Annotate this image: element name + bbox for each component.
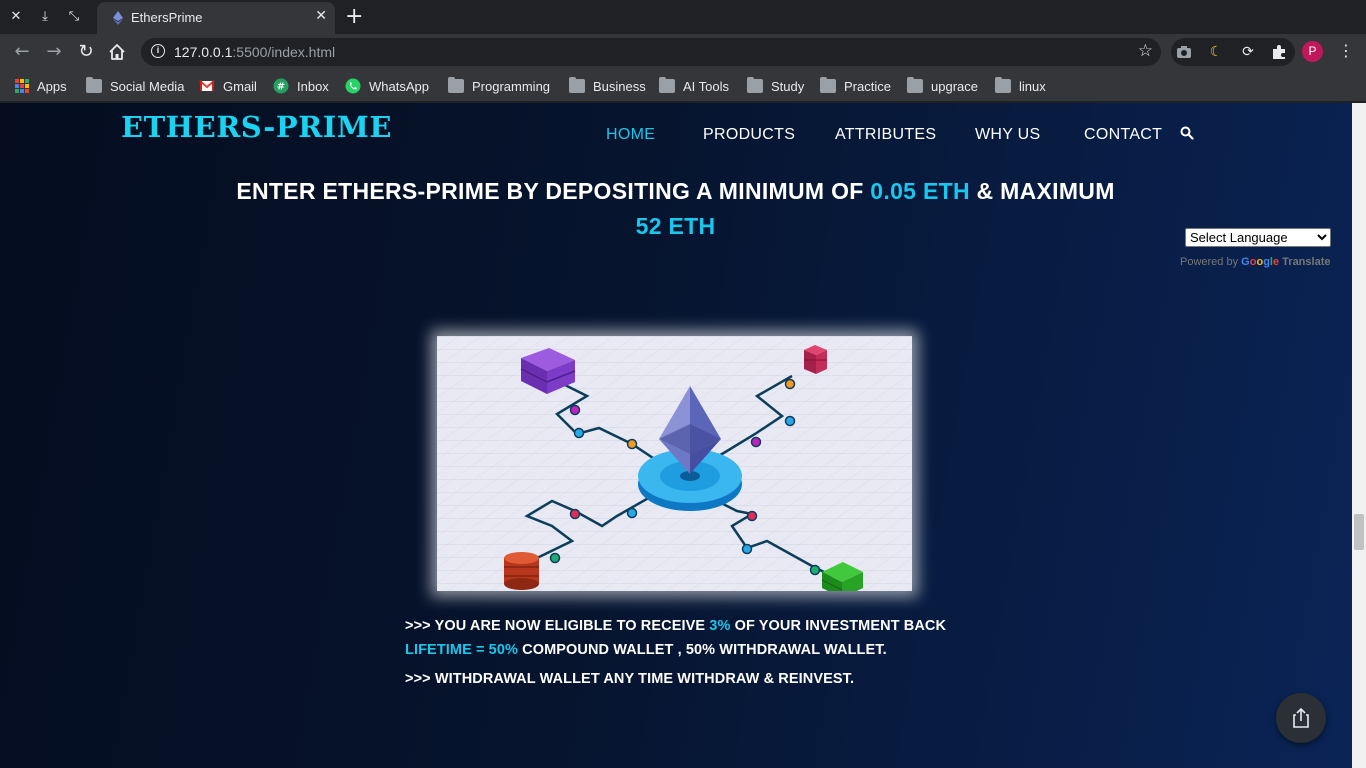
bookmark-upgrace[interactable]: upgrace bbox=[907, 77, 978, 95]
extensions-group: ☾ ⟳ bbox=[1171, 38, 1295, 66]
reload-icon[interactable]: ↻ bbox=[74, 40, 98, 64]
share-button[interactable] bbox=[1276, 693, 1326, 743]
folder-icon bbox=[659, 77, 675, 93]
download-icon[interactable]: ⤓ bbox=[35, 7, 55, 27]
folder-icon bbox=[820, 77, 836, 93]
apps-grid-icon bbox=[15, 79, 29, 93]
page-scrollbar[interactable] bbox=[1352, 103, 1366, 768]
bookmark-business[interactable]: Business bbox=[569, 77, 646, 95]
bookmark-gmail[interactable]: Gmail bbox=[199, 77, 257, 95]
whatsapp-icon bbox=[345, 78, 361, 94]
search-icon[interactable] bbox=[1180, 126, 1194, 140]
nav-attributes[interactable]: ATTRIBUTES bbox=[835, 126, 936, 144]
forward-icon[interactable]: → bbox=[42, 40, 66, 64]
bookmark-ai-tools[interactable]: AI Tools bbox=[659, 77, 729, 95]
ethereum-network-illustration bbox=[437, 336, 912, 591]
bookmark-programming[interactable]: Programming bbox=[448, 77, 550, 95]
nav-why-us[interactable]: WHY US bbox=[975, 126, 1041, 144]
bookmark-practice[interactable]: Practice bbox=[820, 77, 891, 95]
browser-tabstrip: ✕ ⤓ ⤡ EthersPrime ✕ + bbox=[0, 0, 1366, 34]
bookmark-inbox[interactable]: # Inbox bbox=[273, 77, 329, 95]
bookmark-whatsapp[interactable]: WhatsApp bbox=[345, 77, 429, 95]
share-icon bbox=[1293, 707, 1309, 728]
scrollbar-thumb[interactable] bbox=[1354, 514, 1364, 550]
profile-avatar[interactable]: P bbox=[1302, 41, 1323, 62]
folder-icon bbox=[569, 77, 585, 93]
bookmark-star-icon[interactable]: ☆ bbox=[1138, 41, 1153, 61]
nav-products[interactable]: PRODUCTS bbox=[703, 126, 795, 144]
powered-by-google-translate: Powered by Google Translate bbox=[1180, 256, 1331, 268]
site-logo[interactable]: ETHERS-PRIME bbox=[121, 110, 392, 144]
tab-title: EthersPrime bbox=[131, 10, 203, 25]
site-info-icon[interactable]: i bbox=[151, 44, 165, 58]
url-text[interactable]: 127.0.0.1:5500/index.html bbox=[174, 44, 335, 60]
google-logo-text[interactable]: Google bbox=[1241, 256, 1282, 268]
nav-contact[interactable]: CONTACT bbox=[1084, 126, 1162, 144]
close-tab-icon[interactable]: ✕ bbox=[315, 8, 327, 24]
ethereum-favicon-icon bbox=[113, 11, 123, 25]
restore-window-icon[interactable]: ⤡ bbox=[64, 7, 84, 27]
bookmark-social-media[interactable]: Social Media bbox=[86, 77, 184, 95]
wallet-split-text: LIFETIME = 50% COMPOUND WALLET , 50% WIT… bbox=[405, 642, 887, 658]
bookmark-apps[interactable]: Apps bbox=[15, 77, 67, 95]
language-select[interactable]: Select Language bbox=[1185, 228, 1331, 247]
svg-text:#: # bbox=[277, 82, 285, 93]
withdraw-text: >>> WITHDRAWAL WALLET ANY TIME WITHDRAW … bbox=[405, 671, 855, 687]
back-icon[interactable]: ← bbox=[10, 40, 34, 64]
dark-mode-moon-icon[interactable]: ☾ bbox=[1207, 43, 1225, 61]
gmail-icon bbox=[199, 80, 215, 91]
extensions-puzzle-icon[interactable] bbox=[1270, 43, 1288, 61]
bookmark-linux[interactable]: linux bbox=[995, 77, 1046, 95]
nav-home[interactable]: HOME bbox=[606, 126, 655, 144]
browser-menu-icon[interactable]: ⋮ bbox=[1338, 41, 1354, 60]
folder-icon bbox=[448, 77, 464, 93]
hero-headline: ENTER ETHERS-PRIME BY DEPOSITING A MINIM… bbox=[236, 178, 1115, 239]
sync-icon[interactable]: ⟳ bbox=[1239, 43, 1257, 61]
inbox-icon: # bbox=[273, 78, 289, 94]
address-bar[interactable]: i 127.0.0.1:5500/index.html ☆ bbox=[141, 38, 1161, 66]
browser-tab[interactable]: EthersPrime ✕ bbox=[97, 2, 335, 34]
home-icon[interactable] bbox=[108, 43, 126, 61]
close-window-icon[interactable]: ✕ bbox=[6, 7, 26, 27]
pink-block bbox=[804, 345, 827, 374]
folder-icon bbox=[86, 77, 102, 93]
bookmarks-bar: Apps Social Media Gmail # Inbox WhatsApp… bbox=[0, 70, 1366, 102]
camera-icon[interactable] bbox=[1175, 43, 1193, 61]
max-deposit: 52 ETH bbox=[635, 213, 716, 239]
browser-toolbar: ← → ↻ i 127.0.0.1:5500/index.html ☆ ☾ ⟳ … bbox=[0, 34, 1366, 70]
folder-icon bbox=[995, 77, 1011, 93]
folder-icon bbox=[747, 77, 763, 93]
eligibility-text: >>> YOU ARE NOW ELIGIBLE TO RECEIVE 3% O… bbox=[405, 618, 947, 634]
red-cylinder-block bbox=[504, 552, 539, 590]
new-tab-icon[interactable]: + bbox=[345, 4, 363, 29]
folder-icon bbox=[907, 77, 923, 93]
translate-link[interactable]: Translate bbox=[1282, 256, 1330, 268]
bookmark-study[interactable]: Study bbox=[747, 77, 804, 95]
min-deposit: 0.05 ETH bbox=[870, 178, 970, 204]
web-page: ETHERS-PRIME HOME PRODUCTS ATTRIBUTES WH… bbox=[0, 103, 1352, 768]
